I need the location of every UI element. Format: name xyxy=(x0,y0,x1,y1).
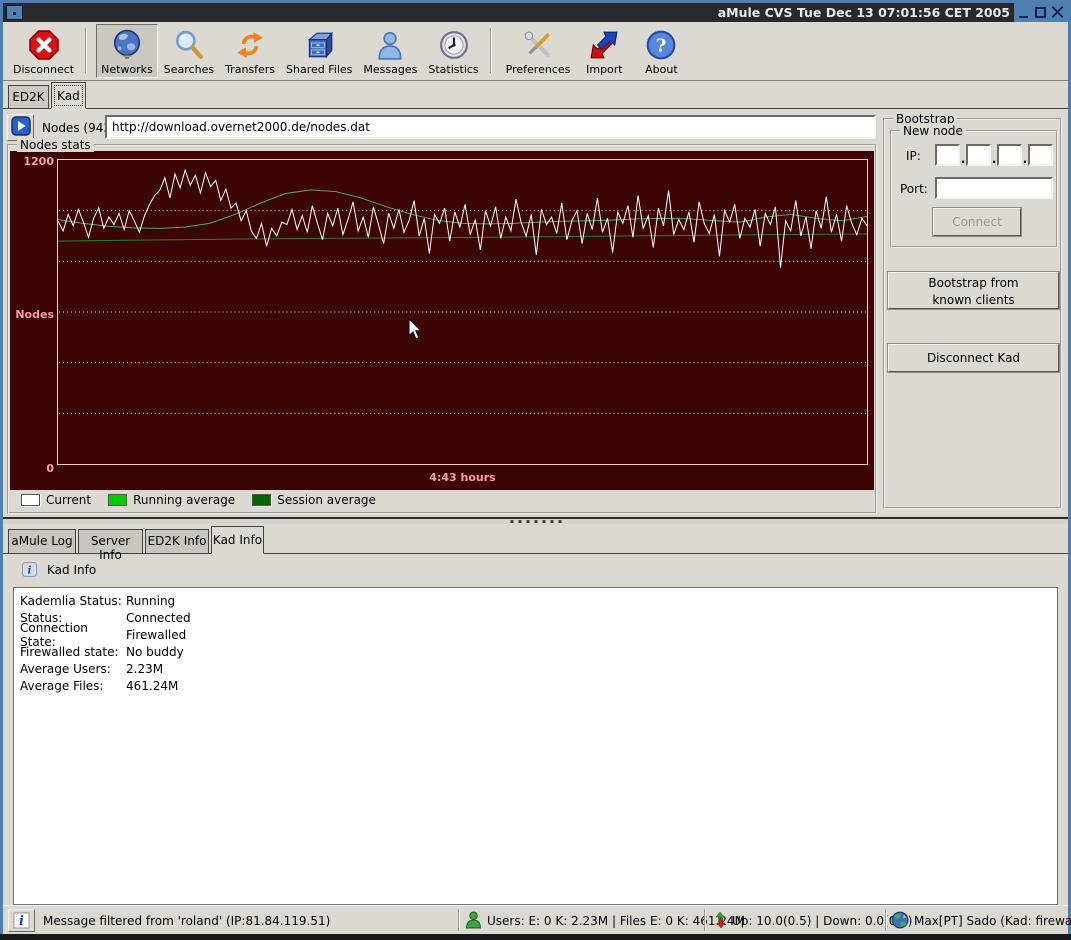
kad-info-panel: i Kad Info Kademlia Status:Running Statu… xyxy=(3,553,1068,905)
y-axis-max-label: 1200 xyxy=(18,155,54,168)
status-client-nick: Max[PT] Sado (Kad: firewalled) xyxy=(914,914,1071,928)
new-node-groupbox: New node IP: . . . Port: Connect xyxy=(890,130,1058,248)
x-axis-label: 4:43 hours xyxy=(57,471,868,484)
toolbar: Disconnect Networks Searches Transfers xyxy=(3,22,1068,81)
question-icon: ? xyxy=(644,28,678,62)
kad-info-row: Connection State:Firewalled xyxy=(14,626,1057,643)
tab-server-info[interactable]: Server Info xyxy=(78,529,143,554)
toolbar-searches-button[interactable]: Searches xyxy=(159,24,219,78)
toolbar-sharedfiles-button[interactable]: Shared Files xyxy=(281,24,357,78)
status-info-button[interactable]: i xyxy=(8,909,35,932)
tab-ed2k-info[interactable]: ED2K Info xyxy=(145,529,209,554)
magnifier-icon xyxy=(172,28,206,62)
legend-swatch-current xyxy=(21,494,40,506)
users-icon xyxy=(465,911,482,932)
ip-octet-2-input[interactable] xyxy=(966,144,991,166)
legend-swatch-session-average xyxy=(252,494,271,506)
window-menu-icon xyxy=(13,12,16,15)
cabinet-icon xyxy=(302,28,336,62)
kad-info-box: Kademlia Status:Running Status:Connected… xyxy=(13,587,1058,905)
cycle-arrows-icon xyxy=(233,28,267,62)
toolbar-separator xyxy=(85,28,87,73)
ip-inputs: . . . xyxy=(935,144,1053,166)
y-axis-title: Nodes xyxy=(12,308,54,321)
port-input[interactable] xyxy=(935,177,1053,199)
kad-info-header: Kad Info xyxy=(47,563,96,577)
kad-info-row: Firewalled state:No buddy xyxy=(14,643,1057,660)
window-title: aMule CVS Tue Dec 13 07:01:56 CET 2005 xyxy=(718,5,1010,20)
ip-label: IP: xyxy=(906,149,921,163)
play-icon xyxy=(11,116,31,139)
window-menu-button[interactable] xyxy=(6,5,23,20)
tab-ed2k[interactable]: ED2K xyxy=(8,85,49,109)
y-axis-min-label: 0 xyxy=(36,462,54,475)
status-message: Message filtered from 'roland' (IP:81.84… xyxy=(43,914,330,928)
splitter-dots xyxy=(510,520,561,523)
amule-window: aMule CVS Tue Dec 13 07:01:56 CET 2005 D… xyxy=(0,0,1071,940)
splitter-handle[interactable] xyxy=(3,515,1068,524)
toolbar-import-button[interactable]: Import xyxy=(576,24,632,78)
toolbar-transfers-button[interactable]: Transfers xyxy=(220,24,280,78)
minimize-button[interactable] xyxy=(1017,5,1031,20)
nodes-graph: 1200 Nodes 0 4:43 hours xyxy=(10,151,874,490)
toolbar-statistics-button[interactable]: Statistics xyxy=(423,24,483,78)
ip-octet-1-input[interactable] xyxy=(935,144,960,166)
update-nodes-button[interactable] xyxy=(7,114,34,141)
svg-text:i: i xyxy=(28,566,32,577)
connect-button[interactable]: Connect xyxy=(933,208,1021,236)
window-controls xyxy=(1014,3,1068,22)
svg-text:?: ? xyxy=(656,35,667,56)
nodes-url-input[interactable] xyxy=(105,115,876,139)
kad-info-row: Status:Connected xyxy=(14,609,1057,626)
person-icon xyxy=(373,28,407,62)
maximize-icon xyxy=(1035,7,1046,18)
toolbar-disconnect-button[interactable]: Disconnect xyxy=(8,24,79,78)
disconnect-kad-button[interactable]: Disconnect Kad xyxy=(888,344,1059,372)
kad-info-row: Average Files:461.24M xyxy=(14,677,1057,694)
nodes-stats-title: Nodes stats xyxy=(17,138,94,152)
minimize-icon xyxy=(1019,16,1028,18)
legend-swatch-running-average xyxy=(108,494,127,506)
up-down-arrows-icon xyxy=(712,911,728,932)
tools-icon xyxy=(521,28,555,62)
titlebar[interactable]: aMule CVS Tue Dec 13 07:01:56 CET 2005 xyxy=(3,3,1068,22)
port-label: Port: xyxy=(900,182,928,196)
chart-legend: Current Running average Session average xyxy=(21,492,393,508)
network-tabbar: ED2K Kad xyxy=(3,81,1068,108)
kad-info-row: Average Users:2.23M xyxy=(14,660,1057,677)
kad-page: Nodes (943) Nodes stats 1200 Nodes 0 4:4… xyxy=(3,108,1068,515)
bootstrap-groupbox: Bootstrap New node IP: . . . Port: Conne… xyxy=(883,118,1062,509)
status-bar: i Message filtered from 'roland' (IP:81.… xyxy=(3,905,1068,934)
bootstrap-known-clients-button[interactable]: Bootstrap from known clients xyxy=(888,272,1059,309)
plot-frame xyxy=(57,159,868,465)
close-button[interactable] xyxy=(1051,5,1065,20)
info-tabbar: aMule Log Server Info ED2K Info Kad Info xyxy=(3,524,1068,553)
toolbar-preferences-button[interactable]: Preferences xyxy=(501,24,576,78)
tab-kad-info[interactable]: Kad Info xyxy=(211,526,264,554)
tab-kad[interactable]: Kad xyxy=(51,82,86,109)
new-node-title: New node xyxy=(900,124,966,138)
kad-info-row: Kademlia Status:Running xyxy=(14,592,1057,609)
ip-octet-3-input[interactable] xyxy=(997,144,1022,166)
clock-icon xyxy=(437,28,471,62)
toolbar-messages-button[interactable]: Messages xyxy=(358,24,422,78)
stop-x-icon xyxy=(27,28,61,62)
info-i-icon: i xyxy=(13,912,30,929)
nodes-stats-groupbox: Nodes stats 1200 Nodes 0 4:43 hours Curr… xyxy=(7,144,877,514)
nodes-chart-svg xyxy=(58,160,867,464)
window-bottom-edge xyxy=(0,934,1071,940)
import-arrows-icon xyxy=(587,28,621,62)
ip-octet-4-input[interactable] xyxy=(1028,144,1053,166)
maximize-button[interactable] xyxy=(1034,5,1048,20)
toolbar-about-button[interactable]: ? About xyxy=(633,24,689,78)
info-icon: i xyxy=(22,562,37,577)
tab-amule-log[interactable]: aMule Log xyxy=(8,529,76,554)
network-globe-icon xyxy=(891,911,909,932)
toolbar-separator xyxy=(490,28,492,73)
svg-text:i: i xyxy=(19,914,24,929)
globe-icon xyxy=(110,28,144,62)
toolbar-networks-button[interactable]: Networks xyxy=(96,24,158,78)
status-users-files: Users: E: 0 K: 2.23M | Files E: 0 K: 461… xyxy=(487,914,745,928)
